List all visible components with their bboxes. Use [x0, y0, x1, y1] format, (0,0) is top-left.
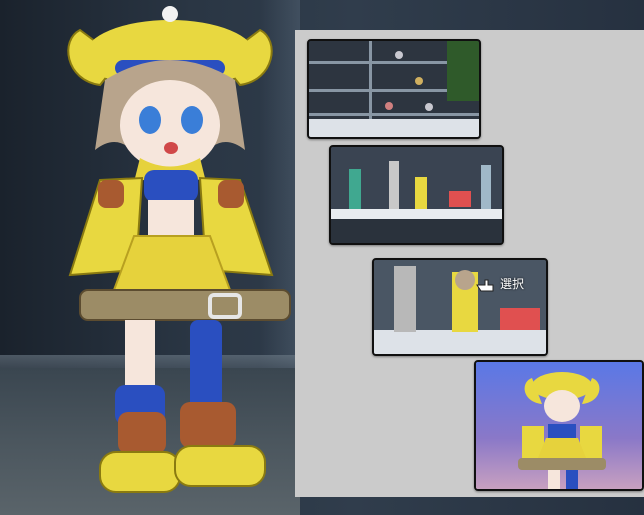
shelf-closeup-image: [331, 147, 502, 243]
figure-character: [67, 6, 291, 493]
select-label: 選択: [500, 277, 525, 291]
display-case-image: [309, 41, 479, 137]
thumbnail-display-case[interactable]: [307, 39, 481, 139]
thumbnail-selected-figure[interactable]: [474, 360, 644, 491]
pointing-hand-icon: [476, 279, 494, 292]
selected-figure-image: [476, 362, 642, 489]
thumbnail-shelf-closeup[interactable]: [329, 145, 504, 245]
thumbnail-figure-selection[interactable]: [372, 258, 548, 356]
